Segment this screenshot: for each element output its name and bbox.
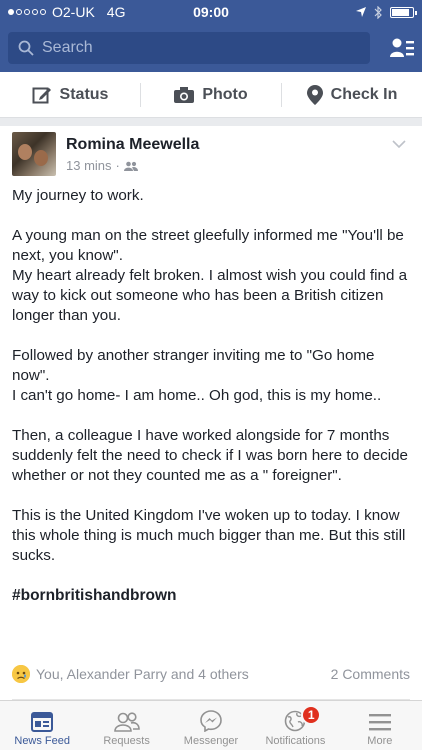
tab-more[interactable]: More [338, 701, 422, 750]
meta-separator: · [115, 158, 120, 173]
network-type: 4G [106, 4, 126, 20]
search-header [0, 24, 422, 72]
checkin-label: Check In [330, 85, 398, 103]
post-options-button[interactable] [388, 132, 410, 178]
tab-label: Requests [103, 735, 150, 747]
post-time[interactable]: 13 mins [66, 158, 112, 173]
post-paragraph: This is the United Kingdom I've woken up… [12, 507, 406, 564]
news-feed-icon [31, 712, 54, 732]
sad-reaction-icon [12, 665, 30, 683]
edit-icon [32, 87, 51, 103]
post-header: Romina Meewella 13 mins · [0, 126, 422, 178]
feed-post: Romina Meewella 13 mins · My journey to … [0, 126, 422, 700]
carrier-name: O2-UK [52, 4, 95, 20]
reactions-bar: You, Alexander Parry and 4 others 2 Comm… [12, 662, 410, 686]
checkin-button[interactable]: Check In [282, 72, 422, 117]
comments-count[interactable]: 2 Comments [331, 666, 410, 682]
notification-badge: 1 [301, 705, 322, 725]
hashtag-link[interactable]: #bornbritishandbrown [12, 586, 410, 606]
status-button[interactable]: Status [0, 72, 140, 117]
bluetooth-icon [374, 5, 382, 19]
avatar[interactable] [12, 132, 56, 176]
post-paragraph: Followed by another stranger inviting me… [12, 347, 382, 404]
clock: 09:00 [193, 4, 229, 20]
post-composer-bar: Status Photo Check In [0, 72, 422, 118]
search-input[interactable] [42, 39, 360, 57]
tab-label: Notifications [265, 735, 326, 747]
status-icons [264, 5, 417, 19]
tab-notifications[interactable]: 1 Notifications [253, 701, 337, 750]
messenger-icon [200, 710, 222, 732]
tab-requests[interactable]: Requests [84, 701, 168, 750]
photo-label: Photo [202, 85, 248, 103]
post-paragraph: Then, a colleague I have worked alongsid… [12, 427, 408, 484]
post-meta: 13 mins · [66, 158, 388, 173]
bottom-tab-bar: News Feed Requests Messenger 1 Notificat… [0, 700, 422, 750]
friend-requests-icon [113, 712, 140, 732]
battery-icon [390, 6, 417, 18]
location-arrow-icon [356, 7, 366, 17]
author-block: Romina Meewella 13 mins · [66, 132, 388, 178]
photo-button[interactable]: Photo [141, 72, 281, 117]
camera-icon [174, 86, 195, 103]
menu-icon [368, 714, 391, 731]
tab-news-feed[interactable]: News Feed [0, 701, 84, 750]
friends-list-button[interactable] [380, 32, 414, 64]
tab-label: Messenger [183, 735, 239, 747]
status-bar: O2-UK 4G 09:00 [0, 0, 422, 24]
friends-list-icon [390, 38, 414, 57]
post-paragraph: A young man on the street gleefully info… [12, 227, 408, 324]
search-icon [18, 40, 34, 56]
tab-messenger[interactable]: Messenger [169, 701, 253, 750]
tab-label: News Feed [14, 735, 71, 747]
carrier-info: O2-UK 4G [8, 4, 158, 20]
tab-label: More [367, 735, 393, 747]
post-paragraph: My journey to work. [12, 187, 144, 204]
friends-audience-icon [123, 161, 138, 171]
reactions-text: You, Alexander Parry and 4 others [36, 666, 249, 682]
author-name[interactable]: Romina Meewella [66, 136, 388, 154]
location-pin-icon [306, 84, 323, 105]
search-box[interactable] [8, 32, 370, 64]
status-label: Status [59, 85, 109, 103]
post-body: My journey to work. A young man on the s… [0, 178, 422, 606]
reactions-summary[interactable]: You, Alexander Parry and 4 others [12, 665, 331, 683]
signal-strength-icon [8, 9, 46, 15]
chevron-down-icon [392, 140, 406, 148]
